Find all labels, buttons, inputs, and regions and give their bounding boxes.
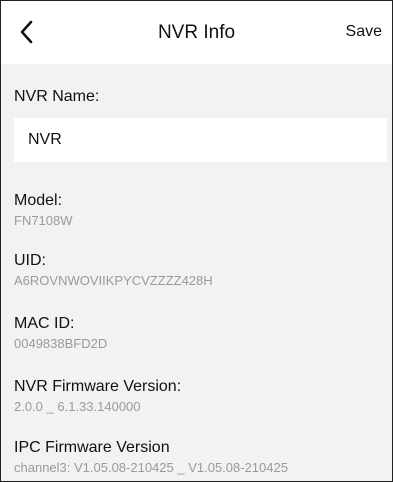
mac-id-field: MAC ID: 0049838BFD2D <box>14 315 107 352</box>
model-value: FN7108W <box>14 213 73 228</box>
model-field: Model: FN7108W <box>14 192 73 229</box>
mac-id-label: MAC ID: <box>14 315 75 332</box>
ipc-firmware-label: IPC Firmware Version <box>14 439 170 456</box>
mac-id-value: 0049838BFD2D <box>14 336 108 351</box>
nvr-info-screen: NVR Info Save NVR Name: Model: FN7108W U… <box>0 0 393 482</box>
ipc-firmware-value: channel3: V1.05.08-210425 _ V1.05.08-210… <box>14 460 288 475</box>
nvr-firmware-value: 2.0.0 _ 6.1.33.140000 <box>14 399 141 414</box>
model-label: Model: <box>14 192 63 209</box>
uid-field: UID: A6ROVNWOVIIKPYCVZZZZ428H <box>14 252 213 289</box>
page-title: NVR Info <box>157 21 236 43</box>
nvr-name-label: NVR Name: <box>14 88 100 105</box>
uid-value: A6ROVNWOVIIKPYCVZZZZ428H <box>14 273 213 288</box>
nvr-name-input[interactable] <box>14 118 387 162</box>
save-button[interactable]: Save <box>346 23 382 41</box>
chevron-left-icon <box>20 20 33 44</box>
back-button[interactable] <box>15 17 41 47</box>
uid-label: UID: <box>14 252 46 269</box>
nvr-firmware-field: NVR Firmware Version: 2.0.0 _ 6.1.33.140… <box>14 378 181 415</box>
top-bar: NVR Info Save <box>1 1 392 64</box>
ipc-firmware-field: IPC Firmware Version channel3: V1.05.08-… <box>14 439 288 476</box>
nvr-firmware-label: NVR Firmware Version: <box>14 378 182 395</box>
